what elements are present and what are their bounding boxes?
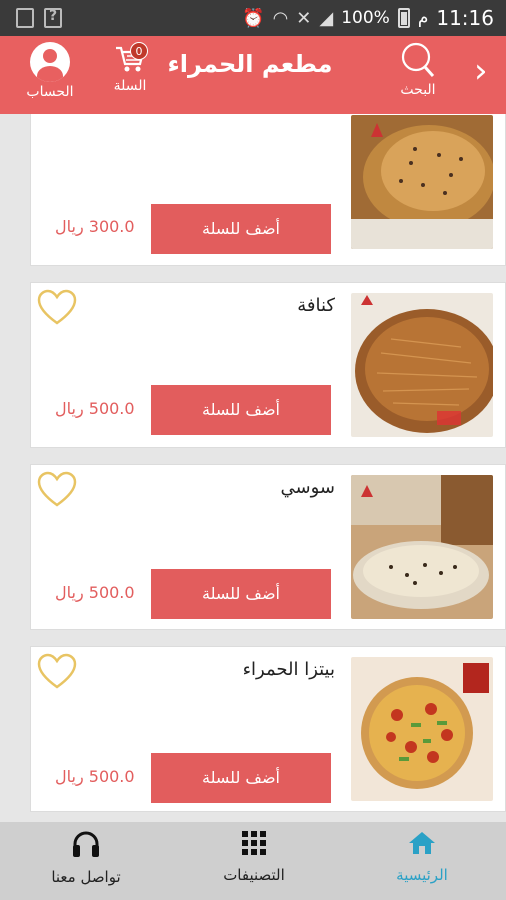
wifi-icon: ◠ bbox=[272, 7, 289, 29]
chevron-right-icon[interactable]: › bbox=[474, 54, 488, 88]
am-pm: م bbox=[417, 8, 429, 28]
cart-label: السلة bbox=[113, 78, 147, 94]
signal-icon: ◢ bbox=[319, 7, 334, 29]
product-image[interactable] bbox=[351, 293, 493, 437]
add-to-cart-button[interactable]: أضف للسلة bbox=[151, 385, 331, 435]
nav-contact[interactable]: تواصل معنا bbox=[16, 830, 156, 886]
nav-categories[interactable]: التصنيفات bbox=[184, 830, 324, 884]
home-icon bbox=[409, 832, 435, 854]
product-card[interactable]: بيتزا الحمراء أضف للسلة 500.0 ريال bbox=[30, 646, 506, 812]
image-icon bbox=[16, 8, 34, 28]
search-label: البحث bbox=[400, 82, 436, 98]
nav-home[interactable]: الرئيسية bbox=[352, 830, 492, 884]
product-image[interactable] bbox=[351, 115, 493, 249]
product-name: كنافة bbox=[297, 295, 335, 316]
account-button[interactable]: الحساب bbox=[20, 42, 80, 100]
clock: 11:16 bbox=[436, 6, 494, 30]
add-to-cart-button[interactable]: أضف للسلة bbox=[151, 204, 331, 254]
add-to-cart-button[interactable]: أضف للسلة bbox=[151, 569, 331, 619]
heart-icon[interactable] bbox=[37, 289, 77, 327]
search-button[interactable]: البحث bbox=[386, 40, 450, 98]
product-card[interactable]: سوسي أضف للسلة 500.0 ريال bbox=[30, 464, 506, 630]
account-icon bbox=[30, 42, 70, 82]
heart-icon[interactable] bbox=[37, 471, 77, 509]
product-price: 500.0 ريال bbox=[55, 583, 135, 602]
add-to-cart-button[interactable]: أضف للسلة bbox=[151, 753, 331, 803]
product-name: بيتزا الحمراء bbox=[242, 659, 335, 680]
product-list[interactable]: أضف للسلة 300.0 ريال كنافة أضف للسلة 500… bbox=[0, 114, 506, 822]
product-card[interactable]: كنافة أضف للسلة 500.0 ريال bbox=[30, 282, 506, 448]
product-name: سوسي bbox=[280, 477, 335, 498]
battery-percent: 100% bbox=[341, 8, 390, 28]
product-price: 500.0 ريال bbox=[55, 399, 135, 418]
alarm-icon: ⏰ bbox=[242, 7, 265, 29]
heart-icon[interactable] bbox=[37, 653, 77, 691]
battery-icon bbox=[397, 8, 410, 28]
product-price: 500.0 ريال bbox=[55, 767, 135, 786]
headphones-icon bbox=[73, 831, 99, 857]
no-signal-icon: ✕ bbox=[296, 7, 312, 29]
nav-home-label: الرئيسية bbox=[396, 866, 448, 884]
app-bar: الحساب 0 السلة مطعم الحمراء البحث › bbox=[0, 36, 506, 114]
grid-icon bbox=[242, 831, 266, 855]
product-price: 300.0 ريال bbox=[55, 217, 135, 236]
nav-categories-label: التصنيفات bbox=[223, 866, 285, 884]
cart-count-badge: 0 bbox=[130, 42, 148, 60]
status-bar: ⏰ ◠ ✕ ◢ 100% م 11:16 bbox=[0, 0, 506, 36]
product-image[interactable] bbox=[351, 657, 493, 801]
account-label: الحساب bbox=[26, 84, 74, 100]
search-icon bbox=[401, 42, 435, 77]
unknown-icon bbox=[44, 8, 62, 28]
app-title: مطعم الحمراء bbox=[167, 50, 333, 78]
bottom-nav: تواصل معنا التصنيفات الرئيسية bbox=[0, 822, 506, 900]
product-card[interactable]: أضف للسلة 300.0 ريال bbox=[30, 114, 506, 266]
product-image[interactable] bbox=[351, 475, 493, 619]
nav-contact-label: تواصل معنا bbox=[51, 868, 121, 886]
cart-button[interactable]: 0 السلة bbox=[100, 42, 160, 94]
